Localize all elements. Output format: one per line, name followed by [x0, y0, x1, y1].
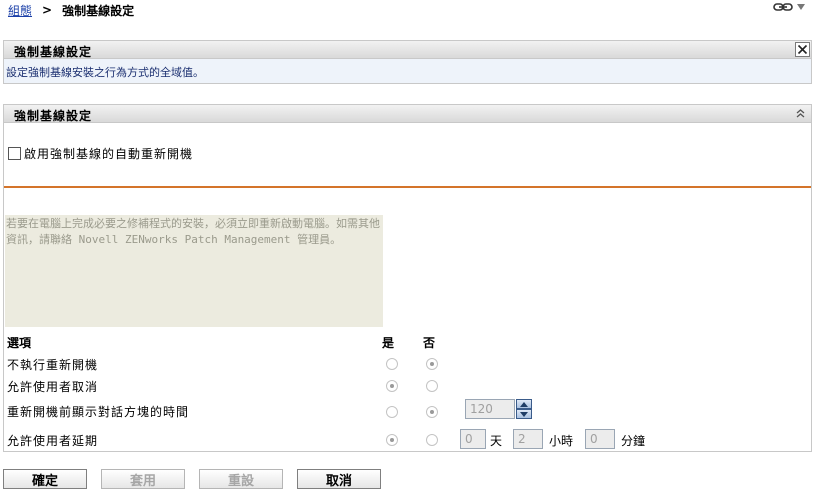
top-icons — [773, 2, 805, 12]
settings-panel: 強制基線設定 啟用強制基線的自動重新開機 若要在電腦上完成必要之修補程式的安裝，… — [3, 104, 812, 452]
reboot-message-box[interactable]: 若要在電腦上完成必要之修補程式的安裝，必須立即重新啟動電腦。如需其他資訊，請聯絡… — [5, 215, 383, 327]
option-allow-cancel-yes-radio[interactable] — [386, 380, 398, 392]
action-buttons: 確定 套用 重設 取消 — [3, 469, 381, 489]
ok-button[interactable]: 確定 — [3, 469, 87, 489]
days-unit-label: 天 — [490, 434, 503, 448]
enable-auto-reboot-label: 啟用強制基線的自動重新開機 — [24, 147, 194, 161]
option-dialog-time-no-radio[interactable] — [426, 406, 438, 418]
breadcrumb-separator: > — [42, 3, 53, 17]
option-no-reboot-label: 不執行重新開機 — [7, 358, 99, 372]
option-allow-cancel-label: 允許使用者取消 — [7, 380, 99, 394]
reboot-message-text: 若要在電腦上完成必要之修補程式的安裝，必須立即重新啟動電腦。如需其他資訊，請聯絡… — [6, 217, 380, 246]
info-panel-title: 強制基線設定 — [14, 45, 93, 59]
postpone-hours-input[interactable]: 2 — [513, 429, 543, 449]
info-panel-header: 強制基線設定 — [4, 41, 811, 59]
dialog-time-spinner[interactable] — [516, 399, 532, 419]
enable-auto-reboot-row[interactable]: 啟用強制基線的自動重新開機 — [8, 145, 193, 162]
dialog-time-input[interactable]: 120 — [465, 399, 515, 419]
info-panel-description: 設定強制基線安裝之行為方式的全域值。 — [6, 66, 204, 79]
link-icon[interactable] — [773, 2, 793, 12]
option-no-reboot-no-radio[interactable] — [426, 358, 438, 370]
spinner-up-icon[interactable] — [516, 399, 532, 409]
option-dialog-time-yes-radio[interactable] — [386, 406, 398, 418]
hours-unit-label: 小時 — [549, 434, 574, 448]
option-no-reboot-yes-radio[interactable] — [386, 358, 398, 370]
minutes-unit-label: 分鐘 — [621, 434, 646, 448]
breadcrumb-current: 強制基線設定 — [62, 3, 135, 18]
option-dialog-time-label: 重新開機前顯示對話方塊的時間 — [7, 405, 190, 419]
breadcrumb-link-configuration[interactable]: 組態 — [8, 2, 32, 19]
close-icon[interactable] — [795, 42, 810, 57]
apply-button[interactable]: 套用 — [101, 469, 185, 489]
yes-column-header: 是 — [382, 336, 395, 350]
info-panel: 強制基線設定 設定強制基線安裝之行為方式的全域值。 — [3, 40, 812, 84]
dropdown-arrow-icon[interactable] — [797, 3, 805, 11]
double-chevron-up-icon[interactable] — [794, 107, 807, 120]
enable-auto-reboot-checkbox[interactable] — [8, 147, 21, 160]
postpone-minutes-input[interactable]: 0 — [585, 429, 615, 449]
options-column-header: 選項 — [7, 336, 32, 350]
breadcrumb: 組態 > 強制基線設定 — [8, 2, 134, 18]
no-column-header: 否 — [423, 336, 436, 350]
reset-button[interactable]: 重設 — [199, 469, 283, 489]
option-allow-postpone-no-radio[interactable] — [426, 434, 438, 446]
option-allow-postpone-yes-radio[interactable] — [386, 434, 398, 446]
settings-panel-title: 強制基線設定 — [14, 109, 93, 123]
settings-panel-header: 強制基線設定 — [4, 105, 811, 123]
section-divider — [4, 186, 811, 188]
spinner-down-icon[interactable] — [516, 409, 532, 419]
cancel-button[interactable]: 取消 — [297, 469, 381, 489]
option-allow-postpone-label: 允許使用者延期 — [7, 434, 99, 448]
option-allow-cancel-no-radio[interactable] — [426, 380, 438, 392]
postpone-days-input[interactable]: 0 — [460, 429, 486, 449]
